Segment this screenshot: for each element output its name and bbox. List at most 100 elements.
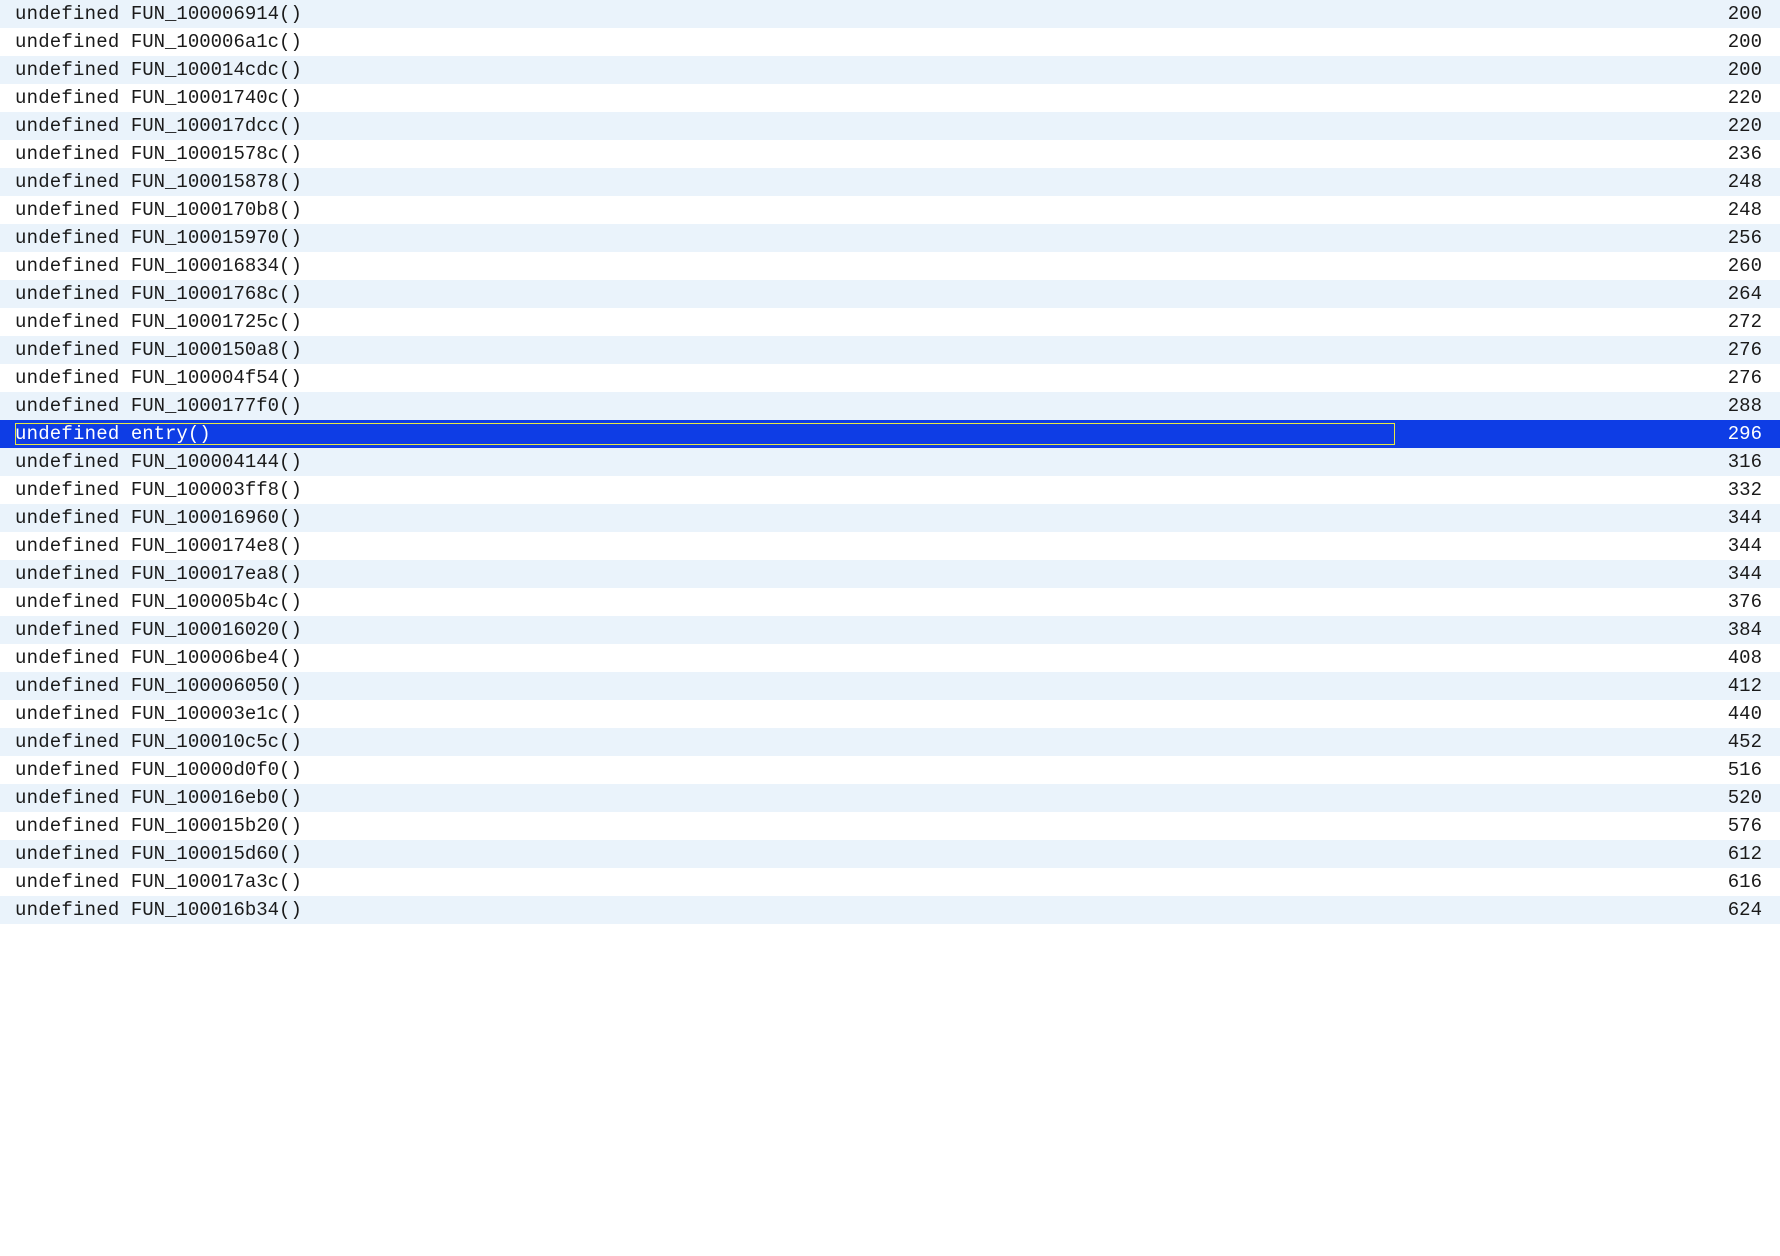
return-type: undefined xyxy=(15,703,119,725)
function-row[interactable]: undefined FUN_1000170b8()248 xyxy=(0,196,1780,224)
function-row[interactable]: undefined FUN_10000d0f0()516 xyxy=(0,756,1780,784)
function-row[interactable]: undefined FUN_100003ff8()332 xyxy=(0,476,1780,504)
function-name-cell: undefined FUN_10000d0f0() xyxy=(15,759,1395,781)
function-row[interactable]: undefined FUN_100004f54()276 xyxy=(0,364,1780,392)
function-size: 276 xyxy=(1395,339,1770,361)
return-type: undefined xyxy=(15,647,119,669)
function-size: 440 xyxy=(1395,703,1770,725)
return-type: undefined xyxy=(15,423,119,445)
function-name-cell: undefined FUN_1000177f0() xyxy=(15,395,1395,417)
function-name: FUN_100010c5c() xyxy=(131,731,302,753)
function-name-cell: undefined FUN_100004f54() xyxy=(15,367,1395,389)
function-name-cell: undefined FUN_100014cdc() xyxy=(15,59,1395,81)
function-row[interactable]: undefined FUN_100006050()412 xyxy=(0,672,1780,700)
return-type: undefined xyxy=(15,591,119,613)
function-size: 516 xyxy=(1395,759,1770,781)
function-row[interactable]: undefined FUN_10001768c()264 xyxy=(0,280,1780,308)
return-type: undefined xyxy=(15,283,119,305)
function-size: 344 xyxy=(1395,507,1770,529)
function-row[interactable]: undefined FUN_1000174e8()344 xyxy=(0,532,1780,560)
function-name-cell: undefined FUN_1000150a8() xyxy=(15,339,1395,361)
return-type: undefined xyxy=(15,871,119,893)
function-size: 200 xyxy=(1395,59,1770,81)
function-row[interactable]: undefined FUN_100015b20()576 xyxy=(0,812,1780,840)
function-name-cell: undefined FUN_10001740c() xyxy=(15,87,1395,109)
function-row[interactable]: undefined FUN_100016020()384 xyxy=(0,616,1780,644)
function-row[interactable]: undefined FUN_1000177f0()288 xyxy=(0,392,1780,420)
function-name: FUN_1000150a8() xyxy=(131,339,302,361)
function-name: FUN_100016960() xyxy=(131,507,302,529)
function-size: 288 xyxy=(1395,395,1770,417)
function-name-cell: undefined FUN_100016960() xyxy=(15,507,1395,529)
function-name: FUN_100017a3c() xyxy=(131,871,302,893)
function-row[interactable]: undefined FUN_100017a3c()616 xyxy=(0,868,1780,896)
function-size: 256 xyxy=(1395,227,1770,249)
function-row[interactable]: undefined entry()296 xyxy=(0,420,1780,448)
function-name: FUN_100003ff8() xyxy=(131,479,302,501)
function-row[interactable]: undefined FUN_100015878()248 xyxy=(0,168,1780,196)
function-row[interactable]: undefined FUN_100006914()200 xyxy=(0,0,1780,28)
function-row[interactable]: undefined FUN_100015970()256 xyxy=(0,224,1780,252)
return-type: undefined xyxy=(15,3,119,25)
return-type: undefined xyxy=(15,395,119,417)
function-size: 200 xyxy=(1395,31,1770,53)
return-type: undefined xyxy=(15,479,119,501)
function-row[interactable]: undefined FUN_100016eb0()520 xyxy=(0,784,1780,812)
return-type: undefined xyxy=(15,675,119,697)
function-name: FUN_10001768c() xyxy=(131,283,302,305)
function-row[interactable]: undefined FUN_100003e1c()440 xyxy=(0,700,1780,728)
function-name: FUN_100006a1c() xyxy=(131,31,302,53)
function-name-cell: undefined FUN_100017ea8() xyxy=(15,563,1395,585)
function-row[interactable]: undefined FUN_100014cdc()200 xyxy=(0,56,1780,84)
function-row[interactable]: undefined FUN_10001725c()272 xyxy=(0,308,1780,336)
function-size: 220 xyxy=(1395,115,1770,137)
function-row[interactable]: undefined FUN_100015d60()612 xyxy=(0,840,1780,868)
function-row[interactable]: undefined FUN_100016834()260 xyxy=(0,252,1780,280)
function-name: FUN_100004f54() xyxy=(131,367,302,389)
function-name-cell: undefined FUN_10001578c() xyxy=(15,143,1395,165)
function-name-cell: undefined FUN_100016834() xyxy=(15,255,1395,277)
function-row[interactable]: undefined FUN_100016960()344 xyxy=(0,504,1780,532)
function-name-cell: undefined FUN_100010c5c() xyxy=(15,731,1395,753)
function-name: FUN_10001740c() xyxy=(131,87,302,109)
function-row[interactable]: undefined FUN_100004144()316 xyxy=(0,448,1780,476)
function-name-cell: undefined FUN_100003ff8() xyxy=(15,479,1395,501)
function-row[interactable]: undefined FUN_100005b4c()376 xyxy=(0,588,1780,616)
function-row[interactable]: undefined FUN_100017ea8()344 xyxy=(0,560,1780,588)
function-name: FUN_100017dcc() xyxy=(131,115,302,137)
function-size: 316 xyxy=(1395,451,1770,473)
function-name: FUN_100017ea8() xyxy=(131,563,302,585)
return-type: undefined xyxy=(15,843,119,865)
function-row[interactable]: undefined FUN_1000150a8()276 xyxy=(0,336,1780,364)
function-size: 576 xyxy=(1395,815,1770,837)
function-name: FUN_100005b4c() xyxy=(131,591,302,613)
function-name-cell: undefined FUN_100016b34() xyxy=(15,899,1395,921)
function-name: FUN_100014cdc() xyxy=(131,59,302,81)
function-name-cell: undefined FUN_100005b4c() xyxy=(15,591,1395,613)
function-row[interactable]: undefined FUN_100017dcc()220 xyxy=(0,112,1780,140)
function-name-cell: undefined FUN_100015d60() xyxy=(15,843,1395,865)
function-size: 248 xyxy=(1395,199,1770,221)
function-name: FUN_100006050() xyxy=(131,675,302,697)
function-size: 220 xyxy=(1395,87,1770,109)
return-type: undefined xyxy=(15,339,119,361)
function-row[interactable]: undefined FUN_10001740c()220 xyxy=(0,84,1780,112)
function-row[interactable]: undefined FUN_100006be4()408 xyxy=(0,644,1780,672)
function-row[interactable]: undefined FUN_100010c5c()452 xyxy=(0,728,1780,756)
function-name-cell: undefined FUN_100006a1c() xyxy=(15,31,1395,53)
return-type: undefined xyxy=(15,227,119,249)
return-type: undefined xyxy=(15,731,119,753)
function-row[interactable]: undefined FUN_10001578c()236 xyxy=(0,140,1780,168)
function-name-cell: undefined FUN_100004144() xyxy=(15,451,1395,473)
function-size: 272 xyxy=(1395,311,1770,333)
function-name-cell: undefined FUN_1000170b8() xyxy=(15,199,1395,221)
return-type: undefined xyxy=(15,367,119,389)
function-list[interactable]: undefined FUN_100006914()200undefined FU… xyxy=(0,0,1780,924)
function-name-cell: undefined FUN_100006050() xyxy=(15,675,1395,697)
function-row[interactable]: undefined FUN_100006a1c()200 xyxy=(0,28,1780,56)
function-name-cell: undefined FUN_100015970() xyxy=(15,227,1395,249)
function-name-cell: undefined FUN_1000174e8() xyxy=(15,535,1395,557)
function-name: FUN_1000177f0() xyxy=(131,395,302,417)
function-size: 408 xyxy=(1395,647,1770,669)
function-row[interactable]: undefined FUN_100016b34()624 xyxy=(0,896,1780,924)
